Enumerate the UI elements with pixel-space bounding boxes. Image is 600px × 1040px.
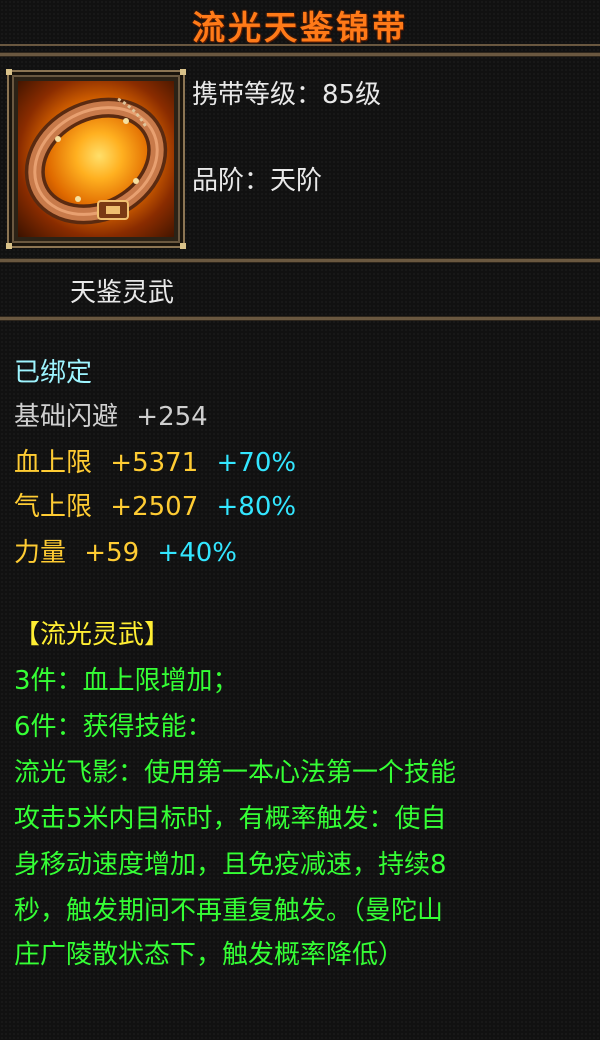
set-line: 庄广陵散状态下，触发概率降低）: [14, 940, 405, 970]
divider: [0, 52, 600, 57]
stat-row: 基础闪避 +254: [14, 396, 208, 433]
carry-level-value: 85级: [322, 80, 382, 110]
stat-value: +2507: [110, 492, 199, 522]
carry-level: 携带等级：85级: [192, 74, 381, 111]
stat-value: +254: [136, 402, 208, 432]
set-line: 流光飞影：使用第一本心法第一个技能: [14, 758, 457, 788]
belt-icon-graphic: [24, 97, 168, 225]
stat-percent: +40%: [157, 538, 237, 568]
title-bar: 流光天鉴锦带: [0, 0, 600, 47]
item-icon-frame: [6, 69, 186, 249]
set-line: 6件：获得技能：: [14, 712, 213, 742]
belt-icon: [18, 81, 174, 237]
stat-name: 力量: [14, 538, 67, 568]
stat-row: 血上限 +5371 +70%: [14, 442, 296, 479]
stat-value: +59: [84, 538, 140, 568]
item-tooltip-panel: 流光天鉴锦带 携带等级：85级 品阶：天阶 天鉴灵武 已绑定 基础闪避 +254…: [0, 0, 600, 1040]
stat-percent: +80%: [216, 492, 297, 522]
stat-row: 气上限 +2507 +80%: [14, 486, 296, 523]
frame-corner: [180, 243, 186, 249]
set-line: 3件：血上限增加；: [14, 666, 239, 696]
item-subtitle: 天鉴灵武: [70, 278, 175, 308]
grade-value: 天阶: [270, 166, 323, 196]
frame-corner: [180, 69, 186, 75]
divider: [0, 258, 600, 263]
divider: [0, 316, 600, 321]
stat-name: 气上限: [14, 492, 93, 522]
bound-status: 已绑定: [14, 358, 93, 388]
item-grade: 品阶：天阶: [192, 160, 322, 197]
carry-level-label: 携带等级：: [192, 80, 323, 110]
stat-percent: +70%: [216, 448, 297, 478]
grade-label: 品阶：: [192, 166, 271, 196]
frame-corner: [6, 243, 12, 249]
set-line: 身移动速度增加，且免疫减速，持续8: [14, 850, 447, 880]
set-line: 秒，触发期间不再重复触发。（曼陀山: [14, 896, 444, 926]
frame-corner: [6, 69, 12, 75]
set-line: 攻击5米内目标时，有概率触发：使自: [14, 804, 447, 834]
stat-name: 基础闪避: [14, 402, 119, 432]
set-name: 【流光灵武】: [14, 620, 171, 650]
stat-row: 力量 +59 +40%: [14, 532, 237, 569]
stat-value: +5371: [110, 448, 199, 478]
stat-name: 血上限: [14, 448, 93, 478]
item-name: 流光天鉴锦带: [192, 8, 408, 47]
